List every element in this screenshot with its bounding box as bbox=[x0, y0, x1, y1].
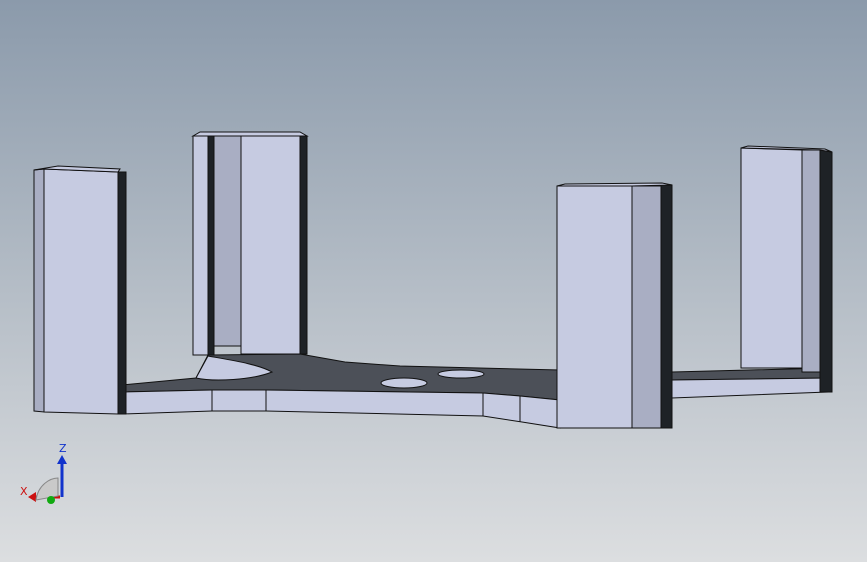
plate-hole bbox=[437, 369, 485, 379]
graphics-viewport[interactable]: X Z bbox=[0, 0, 867, 562]
model-view bbox=[0, 0, 867, 562]
post-left bbox=[33, 165, 127, 415]
post-middle-right bbox=[556, 182, 673, 429]
x-axis-label: X bbox=[20, 485, 28, 498]
z-axis-label: Z bbox=[59, 442, 67, 455]
plate-hole bbox=[380, 377, 428, 389]
viewport-background bbox=[0, 0, 867, 562]
post-right bbox=[740, 145, 833, 393]
post-middle-left bbox=[191, 131, 309, 356]
